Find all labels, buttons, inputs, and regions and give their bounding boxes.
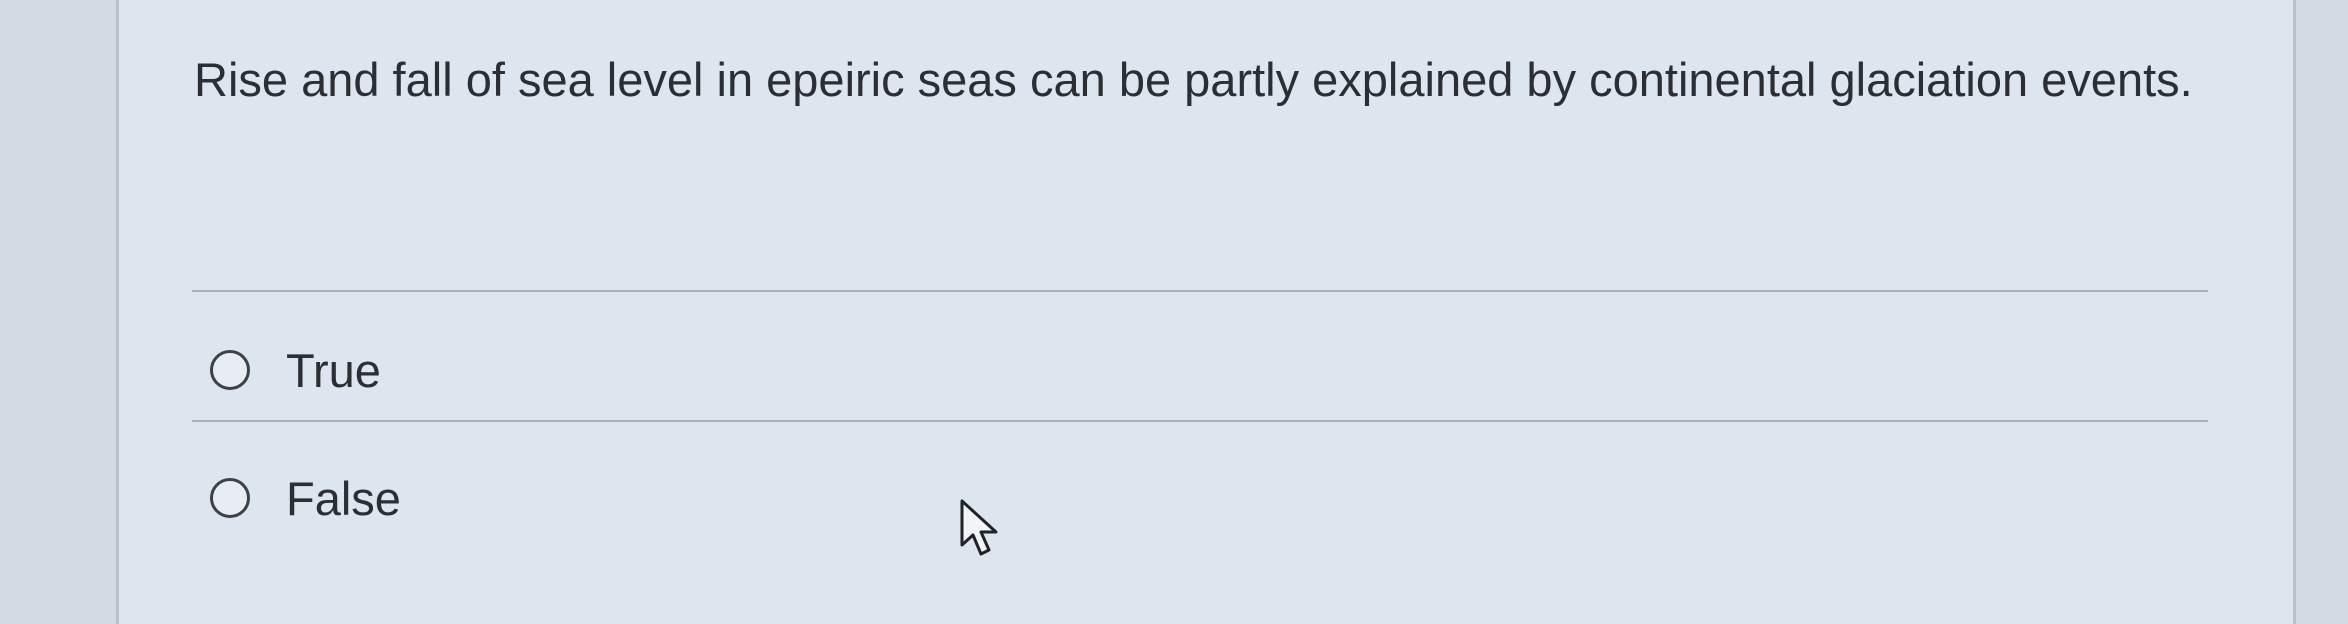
mouse-pointer-icon bbox=[960, 499, 998, 556]
question-text: Rise and fall of sea level in epeiric se… bbox=[194, 53, 2193, 106]
page: Rise and fall of sea level in epeiric se… bbox=[0, 0, 2348, 624]
divider-middle bbox=[192, 420, 2208, 422]
answer-label-false: False bbox=[286, 471, 401, 525]
answer-label-true: True bbox=[286, 343, 381, 397]
divider-top bbox=[192, 290, 2208, 292]
radio-button-icon[interactable] bbox=[210, 478, 250, 518]
radio-button-icon[interactable] bbox=[210, 350, 250, 390]
answer-option-true[interactable]: True bbox=[210, 335, 381, 405]
answer-option-false[interactable]: False bbox=[210, 463, 401, 533]
